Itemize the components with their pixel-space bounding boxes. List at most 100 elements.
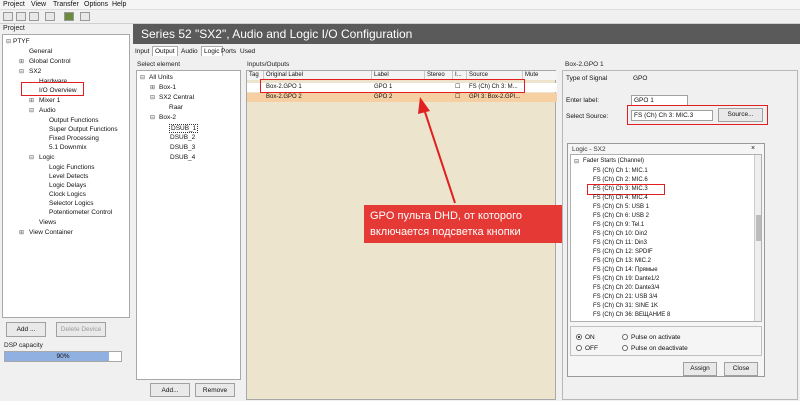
- tree-item-logic-functions[interactable]: Logic Functions: [49, 164, 95, 171]
- tree-item-dsub-1[interactable]: DSUB_1: [169, 124, 199, 133]
- list-item[interactable]: FS (Ch) Ch 12: SPDIF: [593, 249, 653, 255]
- tree-item-raar[interactable]: Raar: [169, 104, 183, 111]
- radio-pulse-deactivate[interactable]: [622, 345, 628, 351]
- tree-item-output-functions[interactable]: Output Functions: [49, 117, 99, 124]
- tree-item-super-output-functions[interactable]: Super Output Functions: [49, 126, 118, 133]
- tree-item-dsub-4[interactable]: DSUB_4: [170, 154, 195, 161]
- tree-item-clock-logics[interactable]: Clock Logics: [49, 191, 86, 198]
- tree-item-ptyf[interactable]: PTYF: [13, 38, 30, 45]
- tree-item-sx2-central[interactable]: SX2 Central: [159, 94, 194, 101]
- tree-item-general[interactable]: General: [29, 48, 52, 55]
- grid-icon[interactable]: [80, 12, 90, 21]
- tree-item-box-2[interactable]: Box-2: [159, 114, 176, 121]
- dsp-capacity-value: 90%: [56, 353, 70, 360]
- tab-logic[interactable]: Logic: [201, 46, 223, 56]
- menu-project[interactable]: Project: [3, 1, 25, 8]
- list-item[interactable]: FS (Ch) Ch 1: MIC.1: [593, 168, 648, 174]
- logic-group-label[interactable]: Fader Starts (Channel): [583, 158, 644, 164]
- tab-input[interactable]: Input: [135, 48, 149, 55]
- annotation-callout: GPO пульта DHD, от которого включается п…: [364, 205, 562, 243]
- close-button[interactable]: Close: [724, 362, 758, 376]
- add-element-button[interactable]: Add...: [150, 383, 190, 397]
- list-item[interactable]: FS (Ch) Ch 10: Din2: [593, 231, 647, 237]
- tree-item-level-detects[interactable]: Level Detects: [49, 173, 88, 180]
- list-item[interactable]: FS (Ch) Ch 36: ВЕЩАНИЕ 8: [593, 312, 670, 318]
- expand-icon[interactable]: ⊞: [29, 97, 34, 104]
- list-item[interactable]: FS (Ch) Ch 2: MIC.6: [593, 177, 648, 183]
- arrow-icon: [418, 97, 456, 204]
- project-panel-title: Project: [3, 25, 25, 32]
- list-item[interactable]: FS (Ch) Ch 20: Dante3/4: [593, 285, 659, 291]
- tab-audio[interactable]: Audio: [181, 48, 198, 55]
- logic-source-list: ⊟ Fader Starts (Channel) FS (Ch) Ch 1: M…: [570, 154, 762, 322]
- list-item[interactable]: FS (Ch) Ch 21: USB 3/4: [593, 294, 657, 300]
- tree-item-views[interactable]: Views: [39, 219, 56, 226]
- transfer-icon[interactable]: [64, 12, 74, 21]
- menu-transfer[interactable]: Transfer: [53, 1, 79, 8]
- collapse-icon[interactable]: ⊟: [574, 158, 579, 165]
- list-item[interactable]: FS (Ch) Ch 13: MIC.2: [593, 258, 651, 264]
- collapse-icon[interactable]: ⊟: [150, 94, 155, 101]
- expand-icon[interactable]: ⊞: [19, 58, 24, 65]
- collapse-icon[interactable]: ⊟: [19, 68, 24, 75]
- collapse-icon[interactable]: ⊟: [29, 107, 34, 114]
- radio-off[interactable]: [576, 345, 582, 351]
- tree-item-all-units[interactable]: All Units: [149, 74, 173, 81]
- close-icon[interactable]: ×: [751, 145, 755, 152]
- scrollbar-thumb[interactable]: [756, 215, 761, 241]
- tree-item-potentiometer-control[interactable]: Potentiometer Control: [49, 209, 112, 216]
- list-item[interactable]: FS (Ch) Ch 9: Tel.1: [593, 222, 644, 228]
- tree-item-global-control[interactable]: Global Control: [29, 58, 71, 65]
- tab-output[interactable]: Output: [152, 46, 178, 56]
- save-icon[interactable]: [29, 12, 39, 21]
- pulse-activate-label: Pulse on activate: [631, 334, 681, 341]
- tree-item-dsub-3[interactable]: DSUB_3: [170, 144, 195, 151]
- menu-view[interactable]: View: [31, 1, 46, 8]
- assign-button[interactable]: Assign: [683, 362, 717, 376]
- add-device-button[interactable]: Add ...: [6, 322, 46, 337]
- highlight-frame: [260, 79, 525, 93]
- select-element-tree: ⊟ All Units ⊞ Box-1 ⊟ SX2 Central Raar ⊟…: [136, 70, 241, 380]
- list-item[interactable]: FS (Ch) Ch 11: Din3: [593, 240, 647, 246]
- list-item[interactable]: FS (Ch) Ch 4: MIC.4: [593, 195, 648, 201]
- tree-item-selector-logics[interactable]: Selector Logics: [49, 200, 93, 207]
- tree-item-logic-delays[interactable]: Logic Delays: [49, 182, 86, 189]
- dsp-capacity-bar: 90%: [4, 351, 122, 362]
- radio-off-label: OFF: [585, 345, 598, 352]
- tree-item-view-container[interactable]: View Container: [29, 229, 73, 236]
- new-icon[interactable]: [3, 12, 13, 21]
- tree-item-fixed-processing[interactable]: Fixed Processing: [49, 135, 99, 142]
- menu-options[interactable]: Options: [84, 1, 108, 8]
- list-item[interactable]: FS (Ch) Ch 14: Прямые: [593, 267, 658, 273]
- tree-item-dsub-2[interactable]: DSUB_2: [170, 134, 195, 141]
- tree-item-mixer-1[interactable]: Mixer 1: [39, 97, 60, 104]
- tab-ports[interactable]: Ports: [221, 48, 236, 55]
- tab-used[interactable]: Used: [240, 48, 255, 55]
- delete-device-button[interactable]: Delete Device: [56, 322, 106, 337]
- expand-icon[interactable]: ⊞: [19, 229, 24, 236]
- tree-item-sx2[interactable]: SX2: [29, 68, 41, 75]
- list-item[interactable]: FS (Ch) Ch 5: USB 1: [593, 204, 649, 210]
- col-mute[interactable]: Mute: [523, 71, 557, 80]
- collapse-icon[interactable]: ⊟: [29, 154, 34, 161]
- expand-icon[interactable]: ⊞: [150, 84, 155, 91]
- scrollbar[interactable]: [754, 155, 761, 321]
- tree-item-audio[interactable]: Audio: [39, 107, 56, 114]
- collapse-icon[interactable]: ⊟: [150, 114, 155, 121]
- menu-help[interactable]: Help: [112, 1, 126, 8]
- list-item[interactable]: FS (Ch) Ch 31: SINE 1K: [593, 303, 658, 309]
- remove-element-button[interactable]: Remove: [195, 383, 235, 397]
- radio-pulse-activate[interactable]: [622, 334, 628, 340]
- tree-item-logic[interactable]: Logic: [39, 154, 55, 161]
- list-item[interactable]: FS (Ch) Ch 19: Dante1/2: [593, 276, 659, 282]
- open-icon[interactable]: [16, 12, 26, 21]
- list-item[interactable]: FS (Ch) Ch 6: USB 2: [593, 213, 649, 219]
- collapse-icon[interactable]: ⊟: [140, 74, 145, 81]
- enter-label-label: Enter label:: [566, 97, 599, 104]
- print-icon[interactable]: [45, 12, 55, 21]
- logic-dialog-title: Logic - SX2: [572, 146, 606, 153]
- collapse-icon[interactable]: ⊟: [6, 38, 11, 45]
- tree-item-box-1[interactable]: Box-1: [159, 84, 176, 91]
- radio-on[interactable]: [576, 334, 582, 340]
- tree-item-downmix[interactable]: 5.1 Downmix: [49, 144, 87, 151]
